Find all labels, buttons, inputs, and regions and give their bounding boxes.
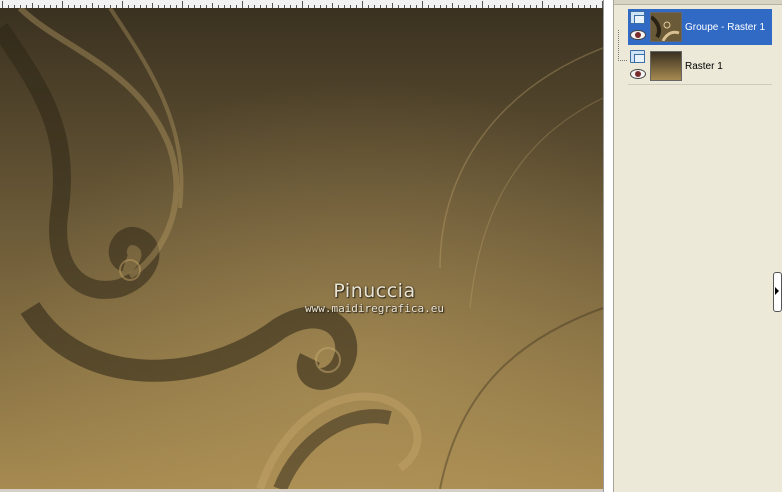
- raster-thumbnail-art: [651, 52, 681, 80]
- canvas-artwork: [0, 8, 603, 489]
- layer-name: Raster 1: [685, 60, 723, 72]
- panel-toolbar: [614, 0, 782, 5]
- layer-thumbnail: [650, 12, 682, 42]
- panel-collapse-handle[interactable]: [773, 272, 782, 312]
- ruler-tick: [182, 1, 183, 8]
- ruler-tick: [482, 1, 483, 8]
- layer-row-raster-1[interactable]: Raster 1: [628, 48, 772, 85]
- ruler-tick: [242, 1, 243, 8]
- image-canvas[interactable]: Pinuccia www.maidiregrafica.eu: [0, 8, 603, 489]
- layer-row-icons: [628, 9, 648, 45]
- visibility-eye-icon[interactable]: [630, 69, 646, 79]
- group-tree-connector: [618, 30, 627, 61]
- layers-panel: Groupe - Raster 1 Raster 1: [613, 0, 782, 492]
- ruler-tick: [122, 1, 123, 8]
- ruler-tick: [302, 1, 303, 8]
- layer-row-icons: [628, 48, 648, 84]
- group-thumbnail-art: [651, 13, 681, 41]
- ruler-tick: [62, 1, 63, 8]
- layer-group-icon: [630, 11, 645, 24]
- ruler-tick: [362, 1, 363, 8]
- ruler-tick: [542, 1, 543, 8]
- watermark-title: Pinuccia: [333, 280, 416, 302]
- layer-row-group-raster-1[interactable]: Groupe - Raster 1: [628, 9, 772, 45]
- watermark-url: www.maidiregrafica.eu: [304, 302, 445, 315]
- visibility-eye-icon[interactable]: [630, 30, 646, 40]
- ruler-tick: [2, 1, 3, 8]
- ruler-tick: [422, 1, 423, 8]
- vertical-scrollbar[interactable]: [603, 0, 613, 492]
- layer-name: Groupe - Raster 1: [685, 21, 766, 33]
- raster-layer-icon: [630, 50, 645, 63]
- layer-thumbnail: [650, 51, 682, 81]
